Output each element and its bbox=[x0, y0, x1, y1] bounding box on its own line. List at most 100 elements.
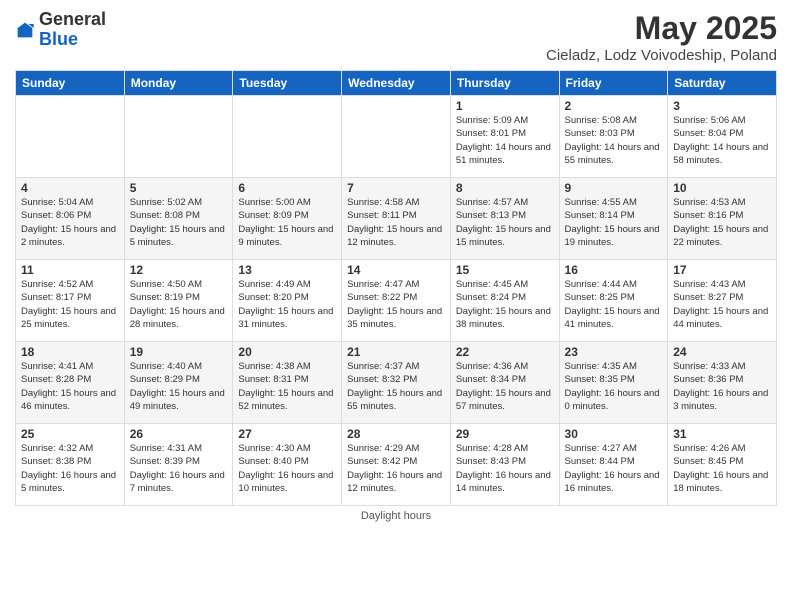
day-info: Sunrise: 4:36 AM Sunset: 8:34 PM Dayligh… bbox=[456, 360, 554, 413]
title-area: May 2025 Cieladz, Lodz Voivodeship, Pola… bbox=[546, 10, 777, 64]
calendar-cell: 24Sunrise: 4:33 AM Sunset: 8:36 PM Dayli… bbox=[668, 342, 777, 424]
day-number: 12 bbox=[130, 263, 228, 277]
day-number: 27 bbox=[238, 427, 336, 441]
calendar-cell: 8Sunrise: 4:57 AM Sunset: 8:13 PM Daylig… bbox=[450, 178, 559, 260]
day-info: Sunrise: 5:00 AM Sunset: 8:09 PM Dayligh… bbox=[238, 196, 336, 249]
day-info: Sunrise: 5:09 AM Sunset: 8:01 PM Dayligh… bbox=[456, 114, 554, 167]
logo-icon bbox=[15, 20, 35, 40]
calendar-cell: 12Sunrise: 4:50 AM Sunset: 8:19 PM Dayli… bbox=[124, 260, 233, 342]
day-number: 1 bbox=[456, 99, 554, 113]
week-row-5: 25Sunrise: 4:32 AM Sunset: 8:38 PM Dayli… bbox=[16, 424, 777, 506]
daylight-label: Daylight hours bbox=[361, 510, 431, 522]
calendar-cell: 4Sunrise: 5:04 AM Sunset: 8:06 PM Daylig… bbox=[16, 178, 125, 260]
day-number: 23 bbox=[565, 345, 663, 359]
calendar-cell: 15Sunrise: 4:45 AM Sunset: 8:24 PM Dayli… bbox=[450, 260, 559, 342]
subtitle: Cieladz, Lodz Voivodeship, Poland bbox=[546, 47, 777, 64]
day-number: 20 bbox=[238, 345, 336, 359]
day-number: 21 bbox=[347, 345, 445, 359]
logo: General Blue bbox=[15, 10, 106, 50]
day-info: Sunrise: 4:43 AM Sunset: 8:27 PM Dayligh… bbox=[673, 278, 771, 331]
calendar-cell: 18Sunrise: 4:41 AM Sunset: 8:28 PM Dayli… bbox=[16, 342, 125, 424]
day-number: 18 bbox=[21, 345, 119, 359]
day-info: Sunrise: 4:32 AM Sunset: 8:38 PM Dayligh… bbox=[21, 442, 119, 495]
footer: Daylight hours bbox=[15, 510, 777, 522]
week-row-4: 18Sunrise: 4:41 AM Sunset: 8:28 PM Dayli… bbox=[16, 342, 777, 424]
day-header-sunday: Sunday bbox=[16, 71, 125, 96]
day-info: Sunrise: 5:06 AM Sunset: 8:04 PM Dayligh… bbox=[673, 114, 771, 167]
calendar-cell bbox=[233, 96, 342, 178]
calendar-cell: 29Sunrise: 4:28 AM Sunset: 8:43 PM Dayli… bbox=[450, 424, 559, 506]
day-info: Sunrise: 4:55 AM Sunset: 8:14 PM Dayligh… bbox=[565, 196, 663, 249]
day-number: 14 bbox=[347, 263, 445, 277]
day-info: Sunrise: 4:31 AM Sunset: 8:39 PM Dayligh… bbox=[130, 442, 228, 495]
day-number: 5 bbox=[130, 181, 228, 195]
page-container: General Blue May 2025 Cieladz, Lodz Voiv… bbox=[0, 0, 792, 532]
day-number: 30 bbox=[565, 427, 663, 441]
day-number: 28 bbox=[347, 427, 445, 441]
calendar-cell: 9Sunrise: 4:55 AM Sunset: 8:14 PM Daylig… bbox=[559, 178, 668, 260]
day-number: 24 bbox=[673, 345, 771, 359]
day-info: Sunrise: 4:47 AM Sunset: 8:22 PM Dayligh… bbox=[347, 278, 445, 331]
day-info: Sunrise: 4:41 AM Sunset: 8:28 PM Dayligh… bbox=[21, 360, 119, 413]
calendar-cell: 17Sunrise: 4:43 AM Sunset: 8:27 PM Dayli… bbox=[668, 260, 777, 342]
calendar-cell: 31Sunrise: 4:26 AM Sunset: 8:45 PM Dayli… bbox=[668, 424, 777, 506]
day-number: 19 bbox=[130, 345, 228, 359]
calendar-cell: 6Sunrise: 5:00 AM Sunset: 8:09 PM Daylig… bbox=[233, 178, 342, 260]
day-number: 22 bbox=[456, 345, 554, 359]
calendar-cell: 26Sunrise: 4:31 AM Sunset: 8:39 PM Dayli… bbox=[124, 424, 233, 506]
day-header-friday: Friday bbox=[559, 71, 668, 96]
day-number: 9 bbox=[565, 181, 663, 195]
day-number: 29 bbox=[456, 427, 554, 441]
day-info: Sunrise: 4:53 AM Sunset: 8:16 PM Dayligh… bbox=[673, 196, 771, 249]
calendar-cell: 19Sunrise: 4:40 AM Sunset: 8:29 PM Dayli… bbox=[124, 342, 233, 424]
day-header-monday: Monday bbox=[124, 71, 233, 96]
calendar-cell: 22Sunrise: 4:36 AM Sunset: 8:34 PM Dayli… bbox=[450, 342, 559, 424]
day-number: 15 bbox=[456, 263, 554, 277]
day-info: Sunrise: 5:04 AM Sunset: 8:06 PM Dayligh… bbox=[21, 196, 119, 249]
day-info: Sunrise: 5:02 AM Sunset: 8:08 PM Dayligh… bbox=[130, 196, 228, 249]
calendar-cell: 7Sunrise: 4:58 AM Sunset: 8:11 PM Daylig… bbox=[342, 178, 451, 260]
day-info: Sunrise: 4:58 AM Sunset: 8:11 PM Dayligh… bbox=[347, 196, 445, 249]
calendar-cell bbox=[16, 96, 125, 178]
day-number: 11 bbox=[21, 263, 119, 277]
day-info: Sunrise: 4:29 AM Sunset: 8:42 PM Dayligh… bbox=[347, 442, 445, 495]
day-number: 3 bbox=[673, 99, 771, 113]
week-row-3: 11Sunrise: 4:52 AM Sunset: 8:17 PM Dayli… bbox=[16, 260, 777, 342]
calendar-cell: 16Sunrise: 4:44 AM Sunset: 8:25 PM Dayli… bbox=[559, 260, 668, 342]
day-number: 10 bbox=[673, 181, 771, 195]
day-number: 4 bbox=[21, 181, 119, 195]
day-info: Sunrise: 4:30 AM Sunset: 8:40 PM Dayligh… bbox=[238, 442, 336, 495]
calendar-cell: 5Sunrise: 5:02 AM Sunset: 8:08 PM Daylig… bbox=[124, 178, 233, 260]
calendar-cell: 2Sunrise: 5:08 AM Sunset: 8:03 PM Daylig… bbox=[559, 96, 668, 178]
calendar-cell: 28Sunrise: 4:29 AM Sunset: 8:42 PM Dayli… bbox=[342, 424, 451, 506]
day-header-thursday: Thursday bbox=[450, 71, 559, 96]
calendar-cell: 11Sunrise: 4:52 AM Sunset: 8:17 PM Dayli… bbox=[16, 260, 125, 342]
logo-text: General Blue bbox=[39, 10, 106, 50]
day-number: 26 bbox=[130, 427, 228, 441]
calendar-cell: 10Sunrise: 4:53 AM Sunset: 8:16 PM Dayli… bbox=[668, 178, 777, 260]
calendar-cell bbox=[124, 96, 233, 178]
day-info: Sunrise: 4:50 AM Sunset: 8:19 PM Dayligh… bbox=[130, 278, 228, 331]
calendar-cell: 3Sunrise: 5:06 AM Sunset: 8:04 PM Daylig… bbox=[668, 96, 777, 178]
day-info: Sunrise: 4:27 AM Sunset: 8:44 PM Dayligh… bbox=[565, 442, 663, 495]
day-number: 7 bbox=[347, 181, 445, 195]
calendar-cell: 27Sunrise: 4:30 AM Sunset: 8:40 PM Dayli… bbox=[233, 424, 342, 506]
day-number: 6 bbox=[238, 181, 336, 195]
calendar-cell: 14Sunrise: 4:47 AM Sunset: 8:22 PM Dayli… bbox=[342, 260, 451, 342]
header: General Blue May 2025 Cieladz, Lodz Voiv… bbox=[15, 10, 777, 64]
calendar-cell: 23Sunrise: 4:35 AM Sunset: 8:35 PM Dayli… bbox=[559, 342, 668, 424]
logo-blue: Blue bbox=[39, 29, 78, 49]
day-info: Sunrise: 4:44 AM Sunset: 8:25 PM Dayligh… bbox=[565, 278, 663, 331]
calendar-table: SundayMondayTuesdayWednesdayThursdayFrid… bbox=[15, 70, 777, 506]
day-header-saturday: Saturday bbox=[668, 71, 777, 96]
day-info: Sunrise: 4:35 AM Sunset: 8:35 PM Dayligh… bbox=[565, 360, 663, 413]
logo-general: General bbox=[39, 9, 106, 29]
day-info: Sunrise: 4:40 AM Sunset: 8:29 PM Dayligh… bbox=[130, 360, 228, 413]
day-number: 31 bbox=[673, 427, 771, 441]
day-number: 16 bbox=[565, 263, 663, 277]
header-row: SundayMondayTuesdayWednesdayThursdayFrid… bbox=[16, 71, 777, 96]
calendar-cell: 30Sunrise: 4:27 AM Sunset: 8:44 PM Dayli… bbox=[559, 424, 668, 506]
calendar-cell: 1Sunrise: 5:09 AM Sunset: 8:01 PM Daylig… bbox=[450, 96, 559, 178]
day-info: Sunrise: 4:37 AM Sunset: 8:32 PM Dayligh… bbox=[347, 360, 445, 413]
day-info: Sunrise: 4:49 AM Sunset: 8:20 PM Dayligh… bbox=[238, 278, 336, 331]
